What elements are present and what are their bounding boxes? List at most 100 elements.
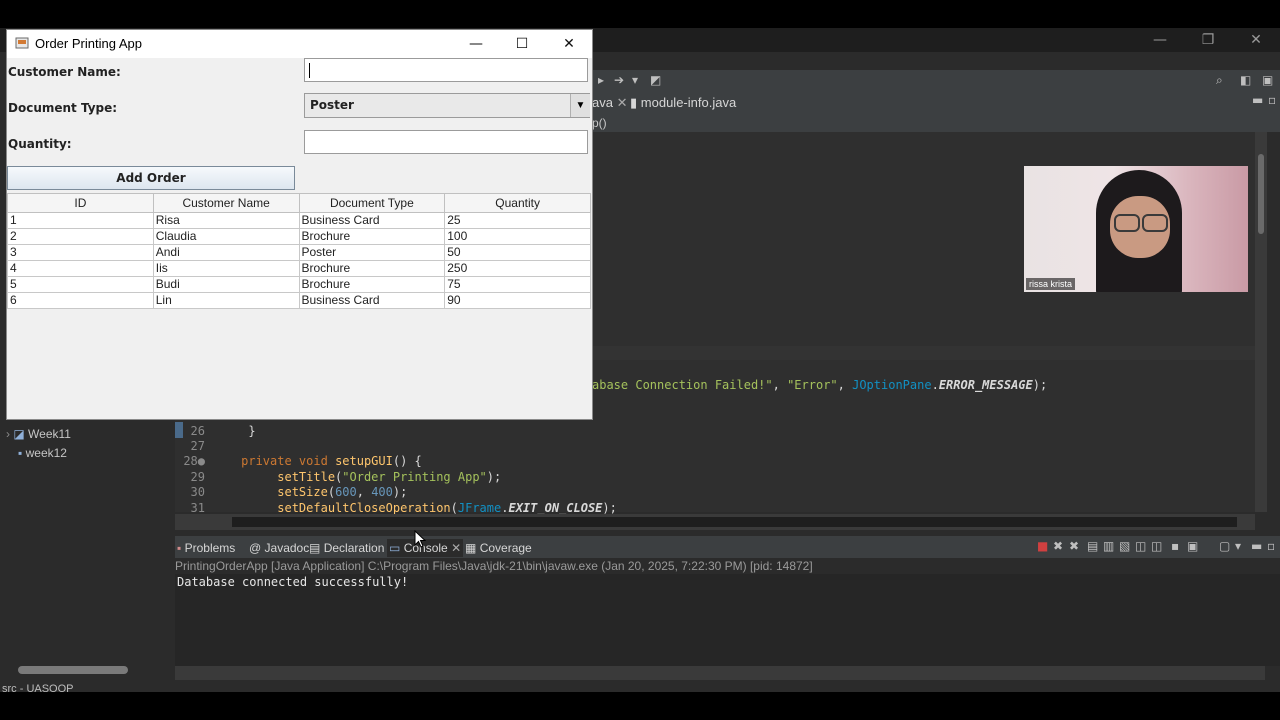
table-cell[interactable]: Lin (152, 292, 300, 309)
breadcrumb[interactable]: p() (592, 114, 1280, 132)
table-row[interactable]: 6 Lin Business Card 90 (7, 292, 591, 309)
table-cell[interactable]: 25 (444, 212, 591, 229)
tab-problems[interactable]: ▪ Problems (177, 539, 235, 557)
table-cell[interactable]: 90 (444, 292, 591, 309)
table-row[interactable]: 5 Budi Brochure 75 (7, 276, 591, 293)
coverage-icon: ▦ (465, 541, 477, 555)
remove-all-icon[interactable]: ✖ (1069, 539, 1079, 553)
add-order-button[interactable]: Add Order (7, 166, 295, 190)
debug-perspective-icon[interactable]: ▣ (1262, 73, 1273, 87)
show-on-output-icon[interactable]: ◫ (1135, 539, 1146, 553)
scroll-lock-icon[interactable]: ▥ (1103, 539, 1114, 553)
ide-restore-button[interactable]: ❐ (1188, 30, 1228, 50)
window-title-bar[interactable]: Order Printing App — ☐ ✕ (7, 30, 592, 58)
minimize-button[interactable]: — (453, 33, 499, 55)
table-cell[interactable]: Budi (152, 276, 300, 293)
code-line-26: 26 } (190, 424, 256, 438)
window-title: Order Printing App (35, 36, 142, 51)
column-header-quantity[interactable]: Quantity (444, 193, 591, 213)
search-icon[interactable]: ⌕ (1216, 73, 1223, 88)
open-perspective-icon[interactable]: ◩ (650, 73, 661, 87)
close-icon[interactable]: ✕ (451, 541, 461, 555)
document-type-select[interactable]: Poster ▼ (304, 93, 590, 118)
java-app-icon (15, 37, 29, 49)
table-cell[interactable]: 2 (7, 228, 154, 245)
table-row[interactable]: 1 Risa Business Card 25 (7, 212, 591, 229)
file-icon: ▮ (630, 95, 638, 110)
view-menu-icon[interactable]: ▾ (1235, 539, 1241, 553)
chevron-down-icon[interactable]: ▼ (570, 94, 590, 117)
table-cell[interactable]: Brochure (298, 276, 446, 293)
mouse-cursor-icon (414, 530, 426, 548)
table-cell[interactable]: 1 (7, 212, 154, 229)
table-cell[interactable]: Brochure (298, 228, 446, 245)
table-cell[interactable]: 100 (444, 228, 591, 245)
order-printing-app-window: Order Printing App — ☐ ✕ Customer Name: … (7, 30, 592, 419)
tab-coverage[interactable]: ▦ Coverage (465, 539, 532, 557)
maximize-button[interactable]: ☐ (499, 33, 545, 55)
column-header-document-type[interactable]: Document Type (298, 193, 446, 213)
text-caret (309, 63, 310, 78)
table-cell[interactable]: 6 (7, 292, 154, 309)
table-cell[interactable]: 3 (7, 244, 154, 261)
tree-item-week12[interactable]: ▪ week12 (18, 444, 67, 462)
ide-minimize-button[interactable]: — (1140, 30, 1180, 50)
editor-tab-module-info[interactable]: ▮ module-info.java (630, 94, 736, 112)
close-icon[interactable]: ✕ (617, 95, 628, 110)
minimize-view-icon[interactable]: ▬ (1252, 93, 1263, 107)
table-row[interactable]: 2 Claudia Brochure 100 (7, 228, 591, 245)
tab-declaration[interactable]: ▤ Declaration (309, 539, 384, 557)
word-wrap-icon[interactable]: ▧ (1119, 539, 1130, 553)
console-horizontal-scrollbar[interactable] (175, 666, 1265, 680)
customer-name-label: Customer Name: (8, 65, 121, 79)
remove-launch-icon[interactable]: ✖ (1053, 539, 1063, 553)
clear-console-icon[interactable]: ▤ (1087, 539, 1098, 553)
arrow-icon[interactable]: ▸ (598, 73, 604, 87)
minimize-view-icon[interactable]: ▬ (1251, 539, 1262, 553)
editor-horizontal-scroll-thumb[interactable] (232, 517, 1237, 527)
document-type-label: Document Type: (8, 101, 118, 115)
explorer-scrollbar[interactable] (18, 666, 128, 674)
table-cell[interactable]: Business Card (298, 292, 446, 309)
tab-javadoc[interactable]: @ Javadoc (249, 539, 309, 557)
ide-close-button[interactable]: ✕ (1236, 30, 1276, 50)
display-console-icon[interactable]: ▣ (1187, 539, 1198, 553)
close-button[interactable]: ✕ (546, 33, 592, 55)
table-cell[interactable]: Claudia (152, 228, 300, 245)
console-output-area[interactable]: Database connected successfully! (175, 574, 1280, 666)
table-cell[interactable]: 250 (444, 260, 591, 277)
column-header-id[interactable]: ID (7, 193, 154, 213)
table-cell[interactable]: Poster (298, 244, 446, 261)
forward-arrow-icon[interactable]: ➔ (614, 73, 624, 87)
table-cell[interactable]: Business Card (298, 212, 446, 229)
editor-vertical-scroll-thumb[interactable] (1258, 154, 1264, 234)
maximize-view-icon[interactable]: ▫ (1267, 539, 1275, 553)
table-row[interactable]: 3 Andi Poster 50 (7, 244, 591, 261)
customer-name-field[interactable] (304, 58, 588, 82)
code-line-28: 28● private void setupGUI() { (183, 454, 422, 468)
show-on-error-icon[interactable]: ◫ (1151, 539, 1162, 553)
table-cell[interactable]: 5 (7, 276, 154, 293)
pin-console-icon[interactable]: ▪ (1171, 539, 1179, 553)
code-line-29: 29 setTitle("Order Printing App"); (190, 470, 502, 484)
table-cell[interactable]: 4 (7, 260, 154, 277)
dropdown-icon[interactable]: ▾ (632, 73, 638, 87)
maximize-view-icon[interactable]: ▫ (1268, 93, 1276, 107)
orders-table[interactable]: ID Customer Name Document Type Quantity … (7, 193, 591, 309)
java-perspective-icon[interactable]: ◧ (1240, 73, 1251, 87)
console-launch-header: PrintingOrderApp [Java Application] C:\P… (175, 558, 1280, 574)
table-cell[interactable]: 50 (444, 244, 591, 261)
table-cell[interactable]: Iis (152, 260, 300, 277)
tree-item-week11[interactable]: › ◪ Week11 (6, 425, 71, 443)
open-console-icon[interactable]: ▢ (1219, 539, 1230, 553)
table-cell[interactable]: 75 (444, 276, 591, 293)
table-row[interactable]: 4 Iis Brochure 250 (7, 260, 591, 277)
table-cell[interactable]: Brochure (298, 260, 446, 277)
table-cell[interactable]: Risa (152, 212, 300, 229)
table-cell[interactable]: Andi (152, 244, 300, 261)
editor-tab-active[interactable]: ava ✕ (592, 94, 628, 112)
terminate-icon[interactable]: ■ (1037, 539, 1048, 553)
webcam-video (1024, 166, 1248, 292)
quantity-field[interactable] (304, 130, 588, 154)
column-header-customer-name[interactable]: Customer Name (152, 193, 300, 213)
